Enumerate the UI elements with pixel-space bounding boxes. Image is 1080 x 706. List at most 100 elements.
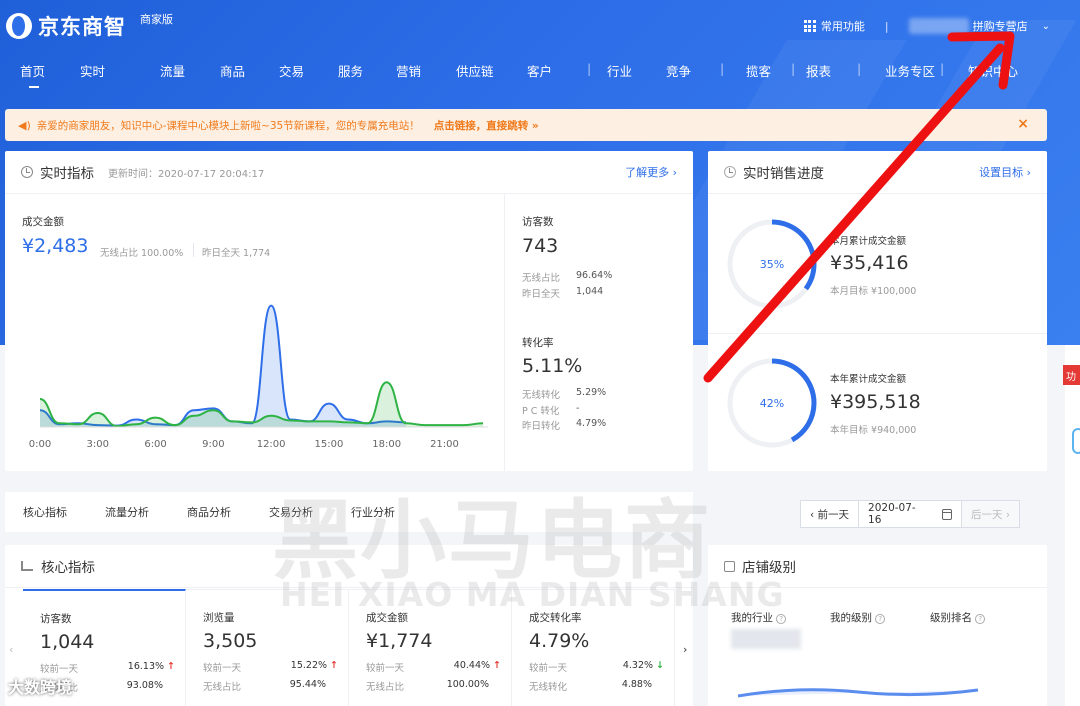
store-level-title: 店铺级别	[742, 560, 796, 576]
analysis-tab-1[interactable]: 流量分析	[105, 504, 149, 520]
common-functions-link[interactable]: 常用功能	[821, 18, 865, 34]
store-icon	[724, 560, 735, 572]
core-metrics-title: 核心指标	[41, 560, 95, 576]
compare-label: 较前一天	[40, 664, 79, 675]
jd-logo[interactable]: 京东商智 商家版	[6, 11, 173, 41]
store-name[interactable]: 拼购专营店	[973, 18, 1028, 34]
conv-wireless-label: 无线转化	[522, 390, 561, 401]
nav-item-14[interactable]: 知识中心	[968, 61, 1018, 80]
x-tick-label: 21:00	[430, 439, 459, 450]
year-percent: 42%	[759, 396, 785, 410]
metric-card-2[interactable]: 成交金额 ¥1,774 较前一天 40.44% ↑ 无线占比 100.00%	[349, 589, 512, 706]
x-tick-label: 6:00	[144, 439, 166, 450]
scroll-left-icon[interactable]: ‹	[9, 643, 13, 656]
realtime-card: 实时指标 更新时间：2020-07-17 20:04:17 了解更多 › 成交金…	[5, 151, 693, 471]
corner-watermark: 大数跨境	[8, 678, 73, 697]
date-value: 2020-07-16	[868, 502, 916, 526]
nav-item-1[interactable]: 实时	[80, 61, 105, 80]
metric-label: 浏览量	[203, 612, 235, 624]
nav-item-4[interactable]: 交易	[279, 61, 304, 80]
nav-item-8[interactable]: 客户	[527, 61, 552, 80]
nav-item-11[interactable]: 揽客	[746, 61, 771, 80]
nav-item-12[interactable]: 报表	[806, 61, 831, 80]
sales-progress-title: 实时销售进度	[743, 166, 824, 182]
gmv-yesterday: 昨日全天 1,774	[202, 248, 271, 259]
analysis-tab-2[interactable]: 商品分析	[187, 504, 231, 520]
set-target-link[interactable]: 设置目标 ›	[979, 164, 1031, 180]
update-time: 更新时间：2020-07-17 20:04:17	[108, 168, 265, 180]
series-area-0	[40, 305, 406, 427]
share-label: 无线占比	[366, 682, 405, 693]
nav-item-2[interactable]: 流量	[160, 61, 185, 80]
share-label: 无线转化	[529, 682, 568, 693]
share-value: 4.88%	[621, 679, 652, 690]
help-icon[interactable]: ?	[875, 614, 886, 624]
nav-separator: |	[857, 61, 862, 76]
analysis-tab-4[interactable]: 行业分析	[351, 504, 395, 520]
metric-compare-row: 较前一天 16.13% ↑	[40, 661, 185, 675]
metric-value: ¥1,774	[366, 630, 433, 652]
nav-separator: |	[940, 61, 945, 76]
metric-share-row: 无线转化 4.88%	[529, 679, 674, 693]
arrow-up-icon: ↑	[167, 661, 175, 672]
level-rank-label: 级别排名	[930, 612, 972, 624]
nav-separator: |	[791, 61, 796, 76]
analysis-tab-3[interactable]: 交易分析	[269, 504, 313, 520]
date-picker[interactable]: 2020-07-16	[859, 500, 962, 528]
metric-card-3[interactable]: 成交转化率 4.79% 较前一天 4.32% ↓ 无线转化 4.88%	[512, 589, 675, 706]
metric-compare-row: 较前一天 4.32% ↓	[529, 660, 674, 674]
metric-label: 成交金额	[366, 612, 408, 624]
nav-item-5[interactable]: 服务	[338, 61, 363, 80]
compare-value: 16.13%	[127, 661, 165, 672]
nav-item-6[interactable]: 营销	[396, 61, 421, 80]
month-percent: 35%	[759, 257, 785, 271]
arrow-up-icon: ↑	[493, 660, 501, 671]
notice-link[interactable]: 点击链接，直接跳转 »	[434, 118, 539, 133]
visitors-wireless-value: 96.64%	[576, 270, 613, 281]
notice-text: 亲爱的商家朋友，知识中心-课程中心模块上新啦~35节新课程，您的专属充电站！	[36, 119, 420, 132]
date-navigator: ‹ 前一天 2020-07-16 后一天 ›	[800, 500, 1021, 528]
conversion-value: 5.11%	[522, 355, 583, 377]
learn-more-link[interactable]: 了解更多 ›	[625, 164, 677, 180]
metric-card-1[interactable]: 浏览量 3,505 较前一天 15.22% ↑ 无线占比 95.44%	[186, 589, 349, 706]
close-icon[interactable]: ×	[1017, 116, 1029, 132]
analysis-tab-0[interactable]: 核心指标	[23, 504, 67, 520]
analysis-tabs: 核心指标 流量分析 商品分析 交易分析 行业分析	[5, 492, 693, 532]
visitors-value: 743	[522, 235, 559, 257]
bar-chart-icon	[21, 561, 33, 571]
compare-label: 较前一天	[366, 663, 405, 674]
side-float-icon[interactable]	[1072, 428, 1080, 454]
right-side-panel	[1065, 345, 1080, 706]
nav-item-3[interactable]: 商品	[220, 61, 245, 80]
share-value: 93.08%	[126, 680, 163, 691]
target-icon	[724, 166, 736, 178]
compare-value: 4.32%	[622, 660, 654, 671]
next-day-button[interactable]: 后一天 ›	[961, 500, 1021, 528]
nav-item-7[interactable]: 供应链	[456, 61, 494, 80]
arrow-up-icon: ↑	[330, 660, 338, 671]
realtime-title: 实时指标	[40, 166, 94, 182]
nav-item-10[interactable]: 竞争	[666, 61, 691, 80]
scroll-right-icon[interactable]: ›	[683, 643, 687, 656]
nav-item-13[interactable]: 业务专区	[885, 61, 935, 80]
side-feature-tab[interactable]: 功	[1063, 365, 1080, 385]
nav-item-9[interactable]: 行业	[607, 61, 632, 80]
nav-item-0[interactable]: 首页	[20, 61, 45, 88]
nav-separator: |	[587, 61, 592, 76]
header-separator: |	[884, 19, 889, 33]
metric-compare-row: 较前一天 15.22% ↑	[203, 660, 348, 674]
megaphone-icon: ◀)	[18, 118, 31, 132]
gmv-wireless-share: 无线占比 100.00%	[100, 248, 184, 259]
header-right: 常用功能 | 拼购专营店 ⌄	[803, 18, 1050, 34]
help-icon[interactable]: ?	[975, 614, 986, 624]
jd-dog-icon	[6, 13, 32, 39]
chevron-down-icon[interactable]: ⌄	[1042, 21, 1050, 32]
help-icon[interactable]: ?	[776, 614, 787, 624]
conversion-label: 转化率	[522, 337, 554, 349]
month-label: 本月累计成交金额	[830, 236, 907, 247]
conv-pc-label: P C 转化	[522, 406, 560, 417]
x-tick-label: 3:00	[87, 439, 109, 450]
conv-pc-value: -	[576, 403, 580, 414]
year-label: 本年累计成交金额	[830, 374, 907, 385]
prev-day-button[interactable]: ‹ 前一天	[800, 500, 860, 528]
